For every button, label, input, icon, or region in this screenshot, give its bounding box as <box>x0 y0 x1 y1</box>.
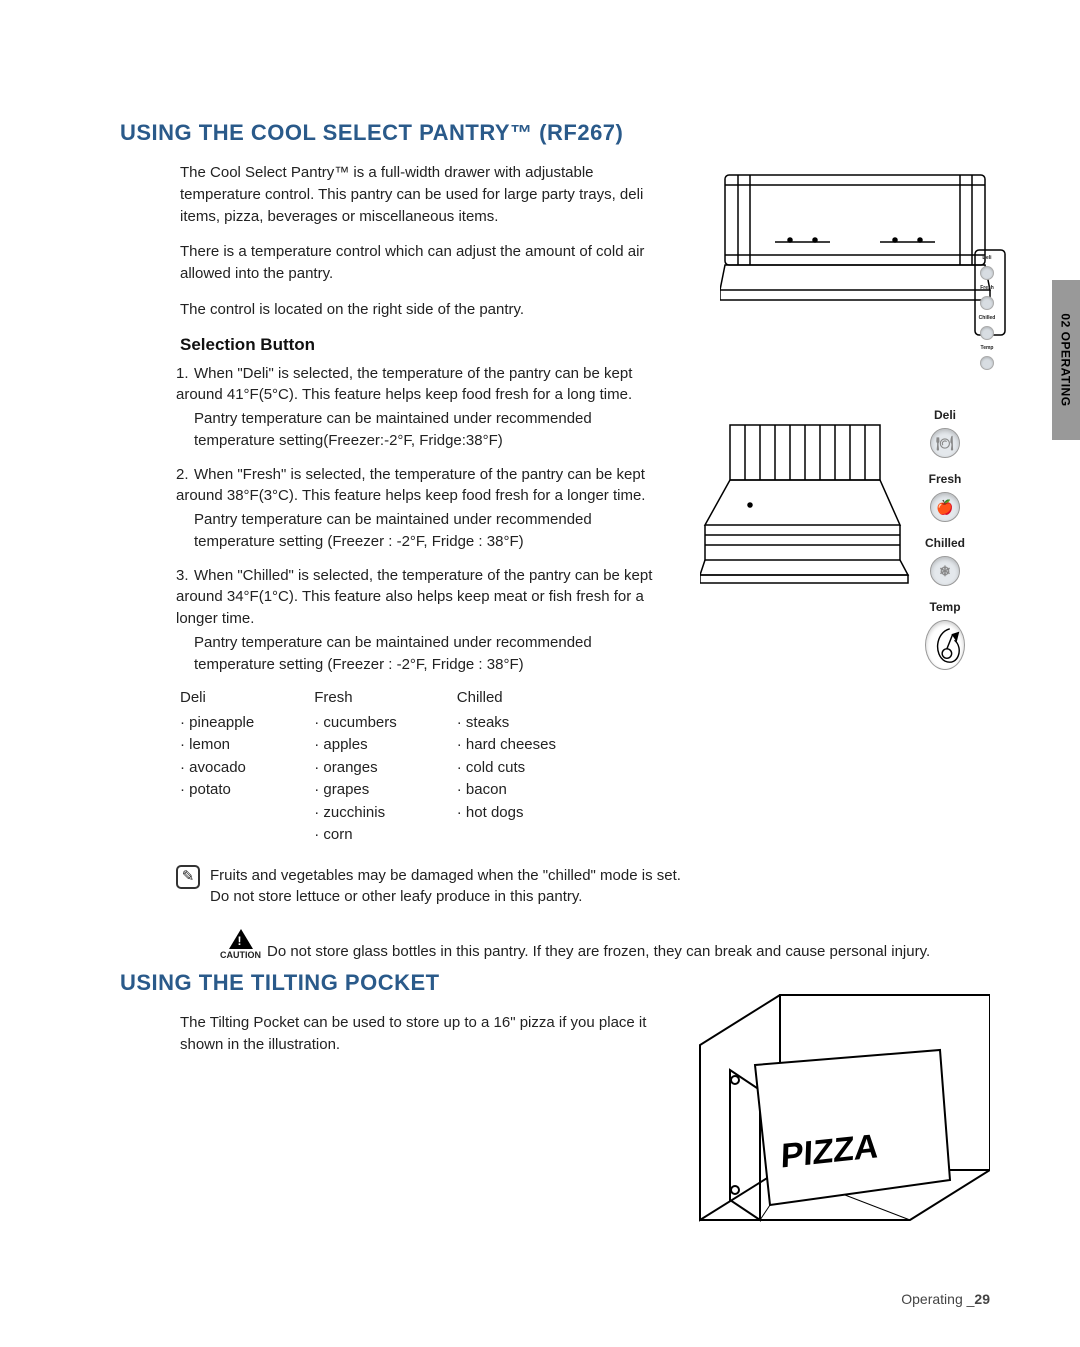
list-item: 3.When "Chilled" is selected, the temper… <box>176 565 656 676</box>
chilled-button-icon: ❄ <box>930 556 960 586</box>
note-line1: Fruits and vegetables may be damaged whe… <box>210 865 681 886</box>
section1-title: USING THE COOL SELECT PANTRY™ (RF267) <box>120 120 990 146</box>
fresh-button-icon: 🍎 <box>930 492 960 522</box>
button-dot-icon <box>980 356 994 370</box>
col-head: Chilled <box>457 687 556 710</box>
item-num: 2. <box>176 464 194 486</box>
caution-badge: CAUTION <box>220 929 261 960</box>
caution-label: CAUTION <box>220 950 261 960</box>
big-label-fresh: Fresh <box>929 472 962 486</box>
s1-p1: The Cool Select Pantry™ is a full-width … <box>180 162 660 227</box>
note-row: ✎ Fruits and vegetables may be damaged w… <box>176 865 990 907</box>
food-columns: Deli · pineapple · lemon · avocado · pot… <box>180 687 990 847</box>
item-num: 3. <box>176 565 194 587</box>
control-panel-mini: Deli Fresh Chilled Temp <box>972 255 1002 370</box>
col-item: · apples <box>314 734 397 757</box>
s2-p1: The Tilting Pocket can be used to store … <box>180 1012 660 1056</box>
item-head: When "Deli" is selected, the temperature… <box>176 365 632 404</box>
col-item: · oranges <box>314 757 397 780</box>
s1-p3: The control is located on the right side… <box>180 299 660 321</box>
col-item: · cucumbers <box>314 712 397 735</box>
col-item: · avocado <box>180 757 254 780</box>
col-item: · steaks <box>457 712 556 735</box>
item-cont: Pantry temperature can be maintained und… <box>194 509 656 553</box>
item-cont: Pantry temperature can be maintained und… <box>194 408 656 452</box>
col-item: · hot dogs <box>457 802 556 825</box>
item-head: When "Chilled" is selected, the temperat… <box>176 567 652 628</box>
figure-drawer-open <box>700 420 910 590</box>
note-icon: ✎ <box>176 865 200 889</box>
warning-icon <box>229 929 253 949</box>
col-item: · grapes <box>314 779 397 802</box>
note-line2: Do not store lettuce or other leafy prod… <box>210 886 681 907</box>
col-deli: Deli · pineapple · lemon · avocado · pot… <box>180 687 254 847</box>
col-item: · bacon <box>457 779 556 802</box>
button-dot-icon <box>980 266 994 280</box>
big-label-deli: Deli <box>934 408 956 422</box>
selection-list: 1.When "Deli" is selected, the temperatu… <box>176 363 656 676</box>
mini-label-deli: Deli <box>982 255 991 261</box>
col-head: Deli <box>180 687 254 710</box>
col-item: · zucchinis <box>314 802 397 825</box>
footer: Operating _29 <box>901 1291 990 1307</box>
button-dot-icon <box>980 326 994 340</box>
col-item: · hard cheeses <box>457 734 556 757</box>
col-item: · cold cuts <box>457 757 556 780</box>
temp-button-icon <box>925 620 965 670</box>
deli-button-icon: 🍽 <box>930 428 960 458</box>
control-panel-big: Deli 🍽 Fresh 🍎 Chilled ❄ Temp <box>900 400 990 670</box>
figure-drawer-closed <box>720 170 1010 340</box>
figure-tilting-pocket: PIZZA <box>690 990 990 1230</box>
list-item: 1.When "Deli" is selected, the temperatu… <box>176 363 656 452</box>
col-item: · lemon <box>180 734 254 757</box>
s1-p2: There is a temperature control which can… <box>180 241 660 285</box>
caution-text: Do not store glass bottles in this pantr… <box>267 943 930 960</box>
col-item: · pineapple <box>180 712 254 735</box>
col-head: Fresh <box>314 687 397 710</box>
list-item: 2.When "Fresh" is selected, the temperat… <box>176 464 656 553</box>
col-item: · potato <box>180 779 254 802</box>
big-label-temp: Temp <box>929 600 960 614</box>
mini-label-fresh: Fresh <box>980 285 994 291</box>
button-dot-icon <box>980 296 994 310</box>
footer-page: 29 <box>974 1291 990 1307</box>
caution-row: CAUTION Do not store glass bottles in th… <box>220 929 990 960</box>
col-fresh: Fresh · cucumbers · apples · oranges · g… <box>314 687 397 847</box>
mini-label-chilled: Chilled <box>979 315 996 321</box>
col-chilled: Chilled · steaks · hard cheeses · cold c… <box>457 687 556 847</box>
footer-label: Operating _ <box>901 1291 974 1307</box>
item-cont: Pantry temperature can be maintained und… <box>194 632 656 676</box>
col-item: · corn <box>314 824 397 847</box>
mini-label-temp: Temp <box>981 345 994 351</box>
item-num: 1. <box>176 363 194 385</box>
big-label-chilled: Chilled <box>925 536 965 550</box>
item-head: When "Fresh" is selected, the temperatur… <box>176 466 645 505</box>
